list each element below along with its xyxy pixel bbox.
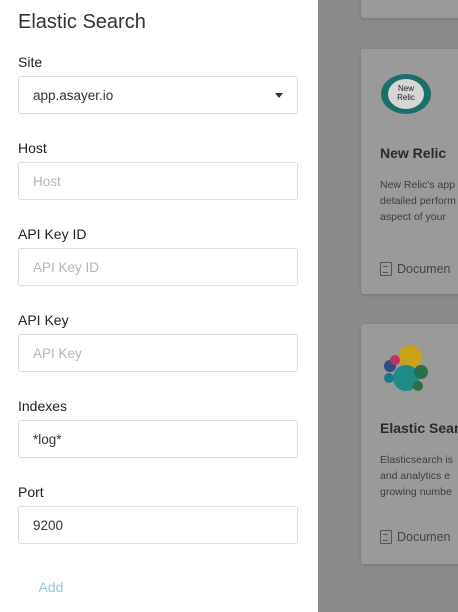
site-selected-value: app.asayer.io [33, 87, 114, 103]
card-desc-line: New Relic's app [380, 179, 455, 191]
caret-down-icon [275, 92, 283, 98]
host-label: Host [18, 140, 47, 156]
integration-card-new-relic: New Relic New Relic New Relic's app deta… [361, 49, 458, 294]
site-label: Site [18, 54, 43, 70]
svg-text:Relic: Relic [397, 93, 415, 102]
port-input[interactable] [18, 506, 298, 544]
api-key-id-label: API Key ID [18, 226, 87, 242]
add-button[interactable]: Add [18, 573, 84, 601]
card-desc-line: Elasticsearch is [380, 454, 453, 466]
integration-card-partial [361, 0, 458, 18]
new-relic-logo-icon: New Relic [381, 74, 431, 114]
indexes-label: Indexes [18, 398, 68, 414]
card-title: New Relic [380, 145, 447, 161]
elasticsearch-logo-icon [384, 345, 428, 391]
documentation-link[interactable]: Documen [380, 530, 451, 544]
api-key-label: API Key [18, 312, 69, 328]
documentation-label: Documen [397, 262, 451, 276]
host-input[interactable] [18, 162, 298, 200]
panel-title: Elastic Search [18, 11, 146, 33]
port-label: Port [18, 484, 44, 500]
api-key-id-input[interactable] [18, 248, 298, 286]
svg-text:New: New [398, 84, 414, 93]
card-title: Elastic Sear [380, 420, 458, 436]
site-select[interactable]: app.asayer.io [18, 76, 298, 114]
elastic-search-panel: Elastic Search Site app.asayer.io Host A… [0, 0, 318, 612]
card-desc-line: aspect of your [380, 211, 446, 223]
integration-card-elastic-search: Elastic Sear Elasticsearch is and analyt… [361, 324, 458, 564]
document-icon [380, 262, 392, 276]
documentation-label: Documen [397, 530, 451, 544]
card-desc-line: detailed perform [380, 195, 456, 207]
api-key-input[interactable] [18, 334, 298, 372]
card-desc-line: growing numbe [380, 486, 452, 498]
document-icon [380, 530, 392, 544]
documentation-link[interactable]: Documen [380, 262, 451, 276]
indexes-input[interactable] [18, 420, 298, 458]
card-desc-line: and analytics e [380, 470, 451, 482]
background-integrations: New Relic New Relic New Relic's app deta… [318, 0, 458, 612]
